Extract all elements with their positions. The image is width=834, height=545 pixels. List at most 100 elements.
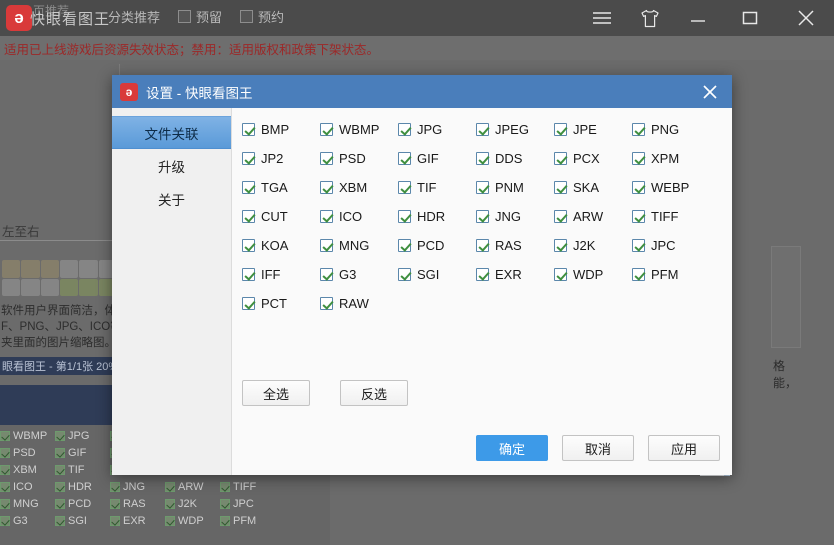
format-checkbox-j2k[interactable]: J2K <box>554 238 632 253</box>
select-all-button[interactable]: 全选 <box>242 380 310 406</box>
checkbox-icon[interactable] <box>320 181 333 194</box>
format-checkbox-xpm[interactable]: XPM <box>632 151 710 166</box>
format-checkbox-raw[interactable]: RAW <box>320 296 398 311</box>
background-ghost-format-label: WDP <box>178 515 204 527</box>
format-checkbox-webp[interactable]: WEBP <box>632 180 710 195</box>
checkbox-icon[interactable] <box>242 181 255 194</box>
checkbox-icon[interactable] <box>242 239 255 252</box>
format-checkbox-tiff[interactable]: TIFF <box>632 209 710 224</box>
checkbox-icon[interactable] <box>398 268 411 281</box>
skin-shirt-icon[interactable] <box>626 0 674 36</box>
dialog-close-icon[interactable] <box>688 75 732 108</box>
checkbox-icon[interactable] <box>242 210 255 223</box>
checkbox-icon[interactable] <box>476 239 489 252</box>
format-checkbox-arw[interactable]: ARW <box>554 209 632 224</box>
format-checkbox-jpg[interactable]: JPG <box>398 122 476 137</box>
checkbox-icon[interactable] <box>242 152 255 165</box>
checkbox-icon[interactable] <box>476 152 489 165</box>
format-checkbox-jpeg[interactable]: JPEG <box>476 122 554 137</box>
format-checkbox-jpe[interactable]: JPE <box>554 122 632 137</box>
checkbox-icon[interactable] <box>554 123 567 136</box>
format-label: PCT <box>261 296 287 311</box>
checkbox-icon[interactable] <box>320 123 333 136</box>
format-checkbox-jp2[interactable]: JP2 <box>242 151 320 166</box>
ok-button[interactable]: 确定 <box>476 435 548 461</box>
checkbox-icon[interactable] <box>398 181 411 194</box>
format-checkbox-wdp[interactable]: WDP <box>554 267 632 282</box>
checkbox-icon[interactable] <box>632 181 645 194</box>
checkbox-icon[interactable] <box>398 210 411 223</box>
format-checkbox-exr[interactable]: EXR <box>476 267 554 282</box>
checkbox-icon[interactable] <box>476 123 489 136</box>
checkbox-icon[interactable] <box>554 268 567 281</box>
checkbox-icon[interactable] <box>398 239 411 252</box>
sidebar-item-0[interactable]: 文件关联 <box>112 116 231 149</box>
format-checkbox-tga[interactable]: TGA <box>242 180 320 195</box>
background-ghost-format-label: G3 <box>13 515 28 527</box>
format-checkbox-ras[interactable]: RAS <box>476 238 554 253</box>
checkbox-icon[interactable] <box>242 123 255 136</box>
checkbox-icon[interactable] <box>178 10 192 23</box>
format-checkbox-koa[interactable]: KOA <box>242 238 320 253</box>
format-checkbox-cut[interactable]: CUT <box>242 209 320 224</box>
cancel-button[interactable]: 取消 <box>562 435 634 461</box>
format-checkbox-png[interactable]: PNG <box>632 122 710 137</box>
checkbox-icon[interactable] <box>242 268 255 281</box>
format-checkbox-psd[interactable]: PSD <box>320 151 398 166</box>
format-checkbox-hdr[interactable]: HDR <box>398 209 476 224</box>
checkbox-icon[interactable] <box>320 239 333 252</box>
checkbox-icon[interactable] <box>632 123 645 136</box>
checkbox-icon[interactable] <box>320 152 333 165</box>
format-checkbox-pcx[interactable]: PCX <box>554 151 632 166</box>
maximize-button[interactable] <box>722 0 778 36</box>
checkbox-icon[interactable] <box>242 297 255 310</box>
checkbox-icon[interactable] <box>398 152 411 165</box>
checkbox-icon[interactable] <box>554 152 567 165</box>
checkbox-icon[interactable] <box>320 268 333 281</box>
close-button[interactable] <box>778 0 834 36</box>
format-checkbox-wbmp[interactable]: WBMP <box>320 122 398 137</box>
format-checkbox-xbm[interactable]: XBM <box>320 180 398 195</box>
format-checkbox-tif[interactable]: TIF <box>398 180 476 195</box>
format-checkbox-pct[interactable]: PCT <box>242 296 320 311</box>
checkbox-icon[interactable] <box>554 181 567 194</box>
sidebar-item-1[interactable]: 升级 <box>112 149 231 182</box>
checkbox-icon[interactable] <box>632 268 645 281</box>
format-checkbox-bmp[interactable]: BMP <box>242 122 320 137</box>
format-checkbox-jpc[interactable]: JPC <box>632 238 710 253</box>
topbar-option-0[interactable]: 分类推荐 <box>108 7 160 26</box>
format-checkbox-gif[interactable]: GIF <box>398 151 476 166</box>
topbar-option-2[interactable]: 预约 <box>240 7 284 26</box>
topbar-option-1[interactable]: 预留 <box>178 7 222 26</box>
format-checkbox-pfm[interactable]: PFM <box>632 267 710 282</box>
checkbox-icon[interactable] <box>476 268 489 281</box>
format-checkbox-pnm[interactable]: PNM <box>476 180 554 195</box>
checkbox-icon[interactable] <box>632 239 645 252</box>
checkbox-icon[interactable] <box>398 123 411 136</box>
minimize-button[interactable] <box>674 0 722 36</box>
checkbox-icon[interactable] <box>240 10 254 23</box>
checkbox-icon[interactable] <box>476 210 489 223</box>
checkbox-icon[interactable] <box>632 210 645 223</box>
checkbox-icon[interactable] <box>320 297 333 310</box>
sidebar-item-2[interactable]: 关于 <box>112 182 231 215</box>
checkbox-icon[interactable] <box>320 210 333 223</box>
format-checkbox-mng[interactable]: MNG <box>320 238 398 253</box>
menu-icon[interactable] <box>578 0 626 36</box>
checkbox-icon <box>0 516 10 526</box>
format-checkbox-dds[interactable]: DDS <box>476 151 554 166</box>
checkbox-icon[interactable] <box>632 152 645 165</box>
format-checkbox-sgi[interactable]: SGI <box>398 267 476 282</box>
invert-selection-button[interactable]: 反选 <box>340 380 408 406</box>
format-checkbox-pcd[interactable]: PCD <box>398 238 476 253</box>
checkbox-icon[interactable] <box>476 181 489 194</box>
format-checkbox-iff[interactable]: IFF <box>242 267 320 282</box>
background-right-line-1: 格 <box>773 359 786 373</box>
format-checkbox-ska[interactable]: SKA <box>554 180 632 195</box>
checkbox-icon[interactable] <box>554 210 567 223</box>
checkbox-icon[interactable] <box>554 239 567 252</box>
format-checkbox-g3[interactable]: G3 <box>320 267 398 282</box>
format-checkbox-jng[interactable]: JNG <box>476 209 554 224</box>
apply-button[interactable]: 应用 <box>648 435 720 461</box>
format-checkbox-ico[interactable]: ICO <box>320 209 398 224</box>
